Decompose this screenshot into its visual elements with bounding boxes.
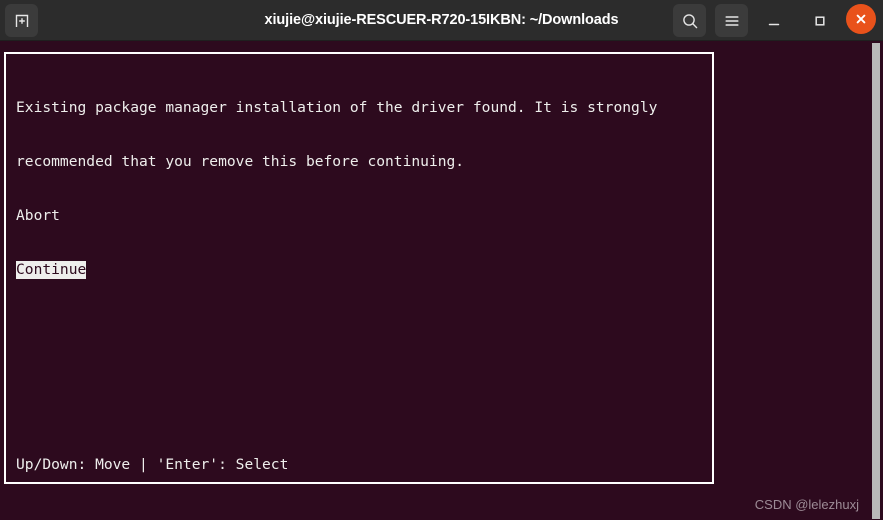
dialog-message-line-2: recommended that you remove this before … [16, 153, 465, 170]
terminal-screen[interactable]: Existing package manager installation of… [0, 41, 883, 520]
menu-button[interactable] [715, 4, 748, 37]
new-tab-button[interactable] [5, 4, 38, 37]
new-tab-icon [13, 12, 31, 30]
search-button[interactable] [673, 4, 706, 37]
window-title: xiujie@xiujie-RESCUER-R720-15IKBN: ~/Dow… [264, 12, 619, 28]
maximize-button[interactable] [803, 4, 836, 37]
dialog-key-hint: Up/Down: Move | 'Enter': Select [16, 456, 289, 473]
hamburger-menu-icon [723, 12, 741, 30]
window-titlebar: xiujie@xiujie-RESCUER-R720-15IKBN: ~/Dow… [0, 0, 883, 41]
dialog-option-abort[interactable]: Abort [16, 207, 60, 225]
maximize-icon [811, 12, 829, 30]
dialog-message-line-1: Existing package manager installation of… [16, 99, 658, 116]
dialog-option-abort-line: Abort [16, 207, 706, 225]
watermark-text: CSDN @lelezhuxj [754, 497, 859, 512]
terminal-window: xiujie@xiujie-RESCUER-R720-15IKBN: ~/Dow… [0, 0, 883, 520]
terminal-scrollbar[interactable] [871, 41, 883, 520]
dialog-option-continue-line: Continue [16, 261, 706, 279]
minimize-button[interactable] [757, 4, 790, 37]
search-icon [681, 12, 699, 30]
minimize-icon [765, 12, 783, 30]
dialog-option-continue[interactable]: Continue [16, 261, 87, 279]
driver-install-dialog: Existing package manager installation of… [4, 52, 714, 484]
scrollbar-thumb[interactable] [872, 43, 880, 519]
dialog-content: Existing package manager installation of… [16, 63, 706, 315]
close-button[interactable] [846, 4, 876, 34]
close-icon [853, 11, 869, 27]
